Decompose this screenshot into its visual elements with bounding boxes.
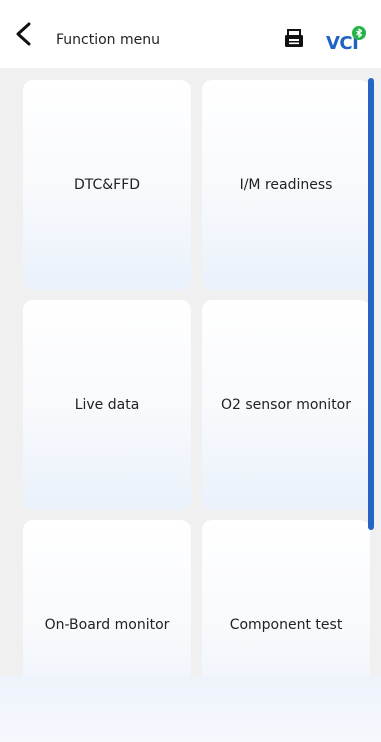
vci-connection-button[interactable]: VCI: [324, 24, 370, 54]
menu-item-label: O2 sensor monitor: [221, 397, 351, 413]
bottom-bar: [0, 676, 381, 742]
menu-item-label: I/M readiness: [239, 177, 333, 193]
printer-icon: [285, 29, 303, 47]
function-menu-grid: DTC&FFD I/M readiness Live data O2 senso…: [0, 68, 381, 676]
bluetooth-connected-icon: [352, 26, 366, 40]
menu-item-on-board-monitor[interactable]: On-Board monitor: [23, 520, 191, 676]
scrollbar[interactable]: [368, 78, 374, 530]
menu-item-dtc-ffd[interactable]: DTC&FFD: [23, 80, 191, 290]
menu-item-label: Component test: [229, 617, 343, 633]
menu-item-im-readiness[interactable]: I/M readiness: [202, 80, 370, 290]
back-button[interactable]: [10, 20, 38, 48]
menu-item-o2-sensor-monitor[interactable]: O2 sensor monitor: [202, 300, 370, 510]
chevron-left-icon: [16, 22, 31, 46]
menu-item-live-data[interactable]: Live data: [23, 300, 191, 510]
top-bar: Function menu VCI: [0, 0, 381, 68]
print-button[interactable]: [283, 28, 305, 50]
menu-item-label: On-Board monitor: [44, 617, 170, 633]
menu-item-component-test[interactable]: Component test: [202, 520, 370, 676]
page-title: Function menu: [56, 32, 160, 48]
menu-item-label: Live data: [74, 397, 140, 413]
menu-item-label: DTC&FFD: [73, 177, 141, 193]
